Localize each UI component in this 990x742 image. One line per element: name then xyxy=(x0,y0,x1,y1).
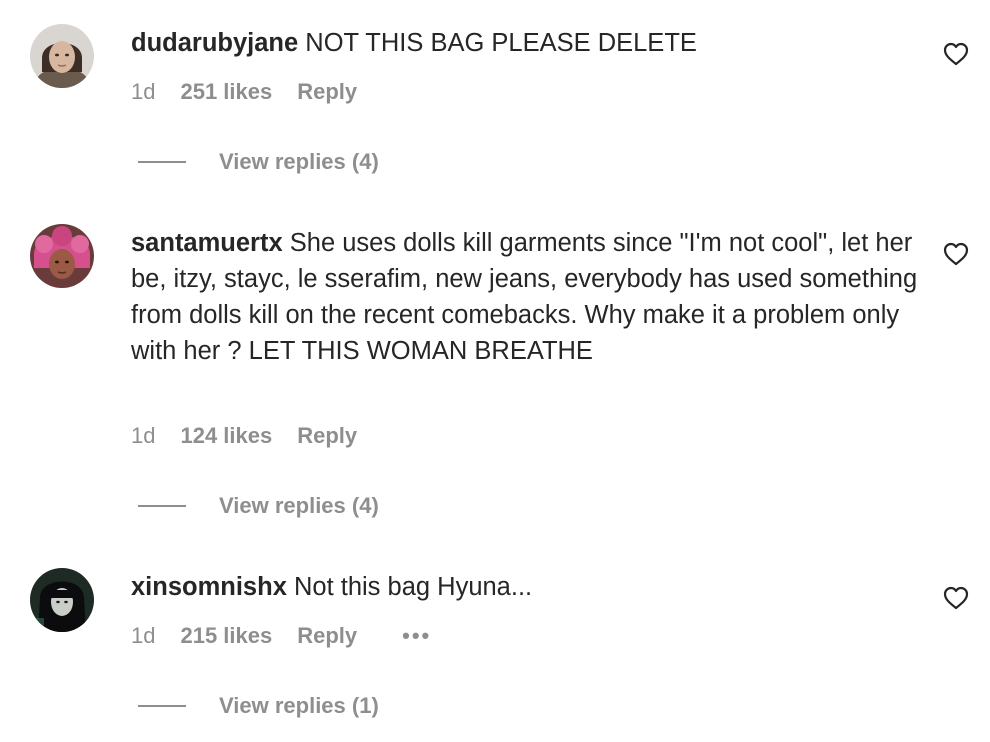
more-options-icon[interactable]: ••• xyxy=(402,623,431,649)
heart-outline-icon[interactable] xyxy=(943,586,969,610)
view-replies-label: View replies (4) xyxy=(219,149,379,174)
comment-time[interactable]: 1d xyxy=(131,423,155,449)
reply-button[interactable]: Reply xyxy=(297,79,357,105)
view-replies-label: View replies (1) xyxy=(219,693,379,718)
view-replies-divider xyxy=(138,161,186,163)
comment-likes[interactable]: 215 likes xyxy=(180,623,272,649)
heart-outline-icon[interactable] xyxy=(943,42,969,66)
comment-text: NOT THIS BAG PLEASE DELETE xyxy=(305,29,697,57)
comment-username[interactable]: dudarubyjane xyxy=(131,29,298,57)
view-replies-divider xyxy=(138,705,186,707)
comment-meta: 1d 251 likes Reply xyxy=(131,77,382,107)
comment-time[interactable]: 1d xyxy=(131,79,155,105)
view-replies-button[interactable]: View replies (4) xyxy=(138,147,379,177)
reply-button[interactable]: Reply xyxy=(297,623,357,649)
avatar[interactable] xyxy=(30,24,94,88)
comment-text: Not this bag Hyuna... xyxy=(293,573,533,601)
view-replies-button[interactable]: View replies (1) xyxy=(138,691,379,721)
comment-text-block: dudarubyjane NOT THIS BAG PLEASE DELETE xyxy=(131,25,921,61)
view-replies-divider xyxy=(138,505,186,507)
comment-text-block: santamuertx She uses dolls kill garments… xyxy=(131,225,921,369)
comment-username[interactable]: xinsomnishx xyxy=(131,573,287,601)
comment-username[interactable]: santamuertx xyxy=(131,229,283,257)
avatar[interactable] xyxy=(30,224,94,288)
comment-text-block: xinsomnishx Not this bag Hyuna... xyxy=(131,569,921,605)
comment-meta: 1d 124 likes Reply xyxy=(131,421,382,451)
comment-meta: 1d 215 likes Reply ••• xyxy=(131,621,456,651)
view-replies-button[interactable]: View replies (4) xyxy=(138,491,379,521)
comment-time[interactable]: 1d xyxy=(131,623,155,649)
heart-outline-icon[interactable] xyxy=(943,242,969,266)
view-replies-label: View replies (4) xyxy=(219,493,379,518)
comment-likes[interactable]: 251 likes xyxy=(180,79,272,105)
reply-button[interactable]: Reply xyxy=(297,423,357,449)
avatar[interactable] xyxy=(30,568,94,632)
comment-likes[interactable]: 124 likes xyxy=(180,423,272,449)
